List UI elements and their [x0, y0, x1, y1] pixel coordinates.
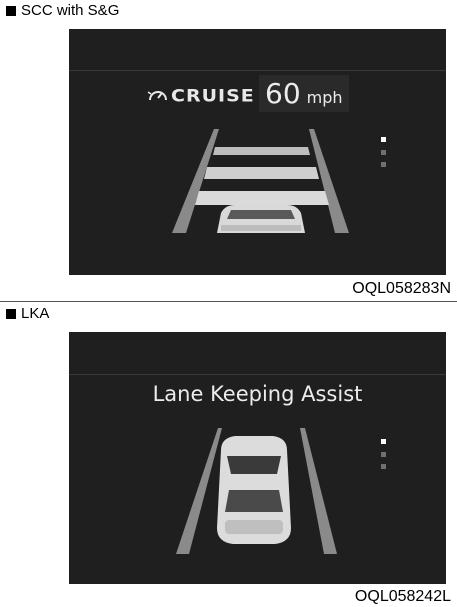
lka-display-panel: Lane Keeping Assist: [69, 332, 446, 584]
right-lane-line: [300, 428, 337, 554]
left-lane-line: [176, 428, 222, 554]
section-title: LKA: [21, 305, 50, 322]
square-bullet-icon: [6, 6, 16, 16]
section-label-lka: LKA: [6, 305, 49, 323]
page-indicator-dot-active: [381, 137, 386, 142]
distance-bar-3: [195, 191, 329, 205]
section-label-scc: SCC with S&G: [6, 2, 119, 20]
section-title: SCC with S&G: [21, 2, 120, 19]
page-indicator-dot: [381, 452, 386, 457]
distance-bar-1: [213, 147, 310, 155]
section-separator: [0, 301, 457, 302]
square-bullet-icon: [6, 309, 16, 319]
left-lane-line: [172, 129, 219, 233]
vehicle-icon: [217, 436, 291, 544]
scc-display-panel: CRUISE 60 mph: [69, 29, 446, 275]
right-lane-line: [309, 129, 349, 233]
scc-road-graphic: [172, 129, 349, 233]
page-indicator-dot: [381, 464, 386, 469]
figure-code: OQL058242L: [354, 588, 451, 605]
page-indicator-dot-active: [381, 439, 386, 444]
page-indicator-dot: [381, 150, 386, 155]
figure-code: OQL058283N: [352, 280, 451, 297]
lka-road-graphic: [176, 428, 337, 554]
distance-bar-2: [204, 167, 319, 179]
page-indicator-dot: [381, 162, 386, 167]
